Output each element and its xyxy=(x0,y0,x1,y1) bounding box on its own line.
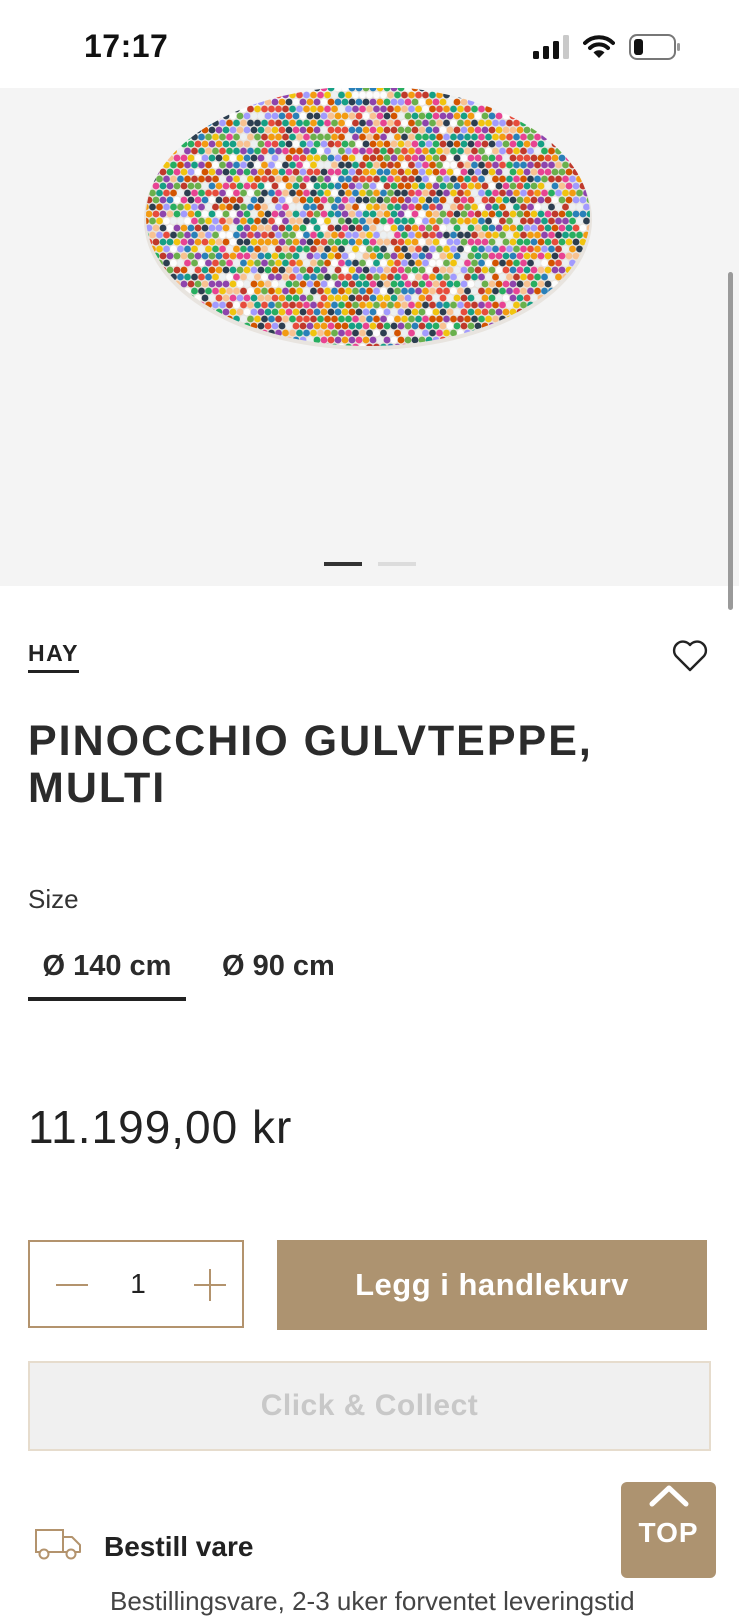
battery-icon xyxy=(629,34,681,65)
status-icons xyxy=(533,34,681,65)
plus-icon[interactable] xyxy=(192,1268,228,1302)
page-scrollbar[interactable] xyxy=(728,272,733,610)
size-option-140[interactable]: Ø 140 cm xyxy=(28,950,186,1001)
wifi-icon xyxy=(583,35,615,64)
chevron-up-icon xyxy=(648,1482,690,1513)
product-image-gallery[interactable] xyxy=(0,88,739,586)
heart-icon[interactable] xyxy=(672,640,708,677)
quantity-stepper: 1 xyxy=(28,1240,244,1328)
product-price: 11.199,00 kr xyxy=(28,1101,293,1153)
product-title: PINOCCHIO GULVTEPPE, MULTI xyxy=(28,717,593,812)
gallery-dot-2[interactable] xyxy=(377,562,416,566)
product-image xyxy=(144,88,592,350)
click-collect-button[interactable]: Click & Collect xyxy=(28,1361,711,1451)
truck-icon xyxy=(34,1527,82,1566)
add-to-cart-button[interactable]: Legg i handlekurv xyxy=(277,1240,707,1330)
back-to-top-label: TOP xyxy=(638,1517,699,1548)
size-label: Size xyxy=(28,884,79,914)
back-to-top-button[interactable]: TOP xyxy=(621,1482,716,1578)
size-option-90[interactable]: Ø 90 cm xyxy=(222,950,335,983)
status-bar: 17:17 xyxy=(0,0,739,88)
quantity-value[interactable]: 1 xyxy=(120,1268,156,1300)
brand-link[interactable]: HAY xyxy=(28,640,79,673)
gallery-pagination xyxy=(0,562,739,566)
signal-icon xyxy=(533,35,569,64)
delivery-label: Bestill vare xyxy=(104,1530,254,1562)
delivery-info: Bestill vare xyxy=(34,1527,253,1566)
minus-icon[interactable] xyxy=(54,1270,90,1300)
gallery-dot-1[interactable] xyxy=(323,562,362,566)
delivery-description: Bestillingsvare, 2-3 uker forventet leve… xyxy=(110,1586,635,1616)
status-time: 17:17 xyxy=(84,28,169,64)
